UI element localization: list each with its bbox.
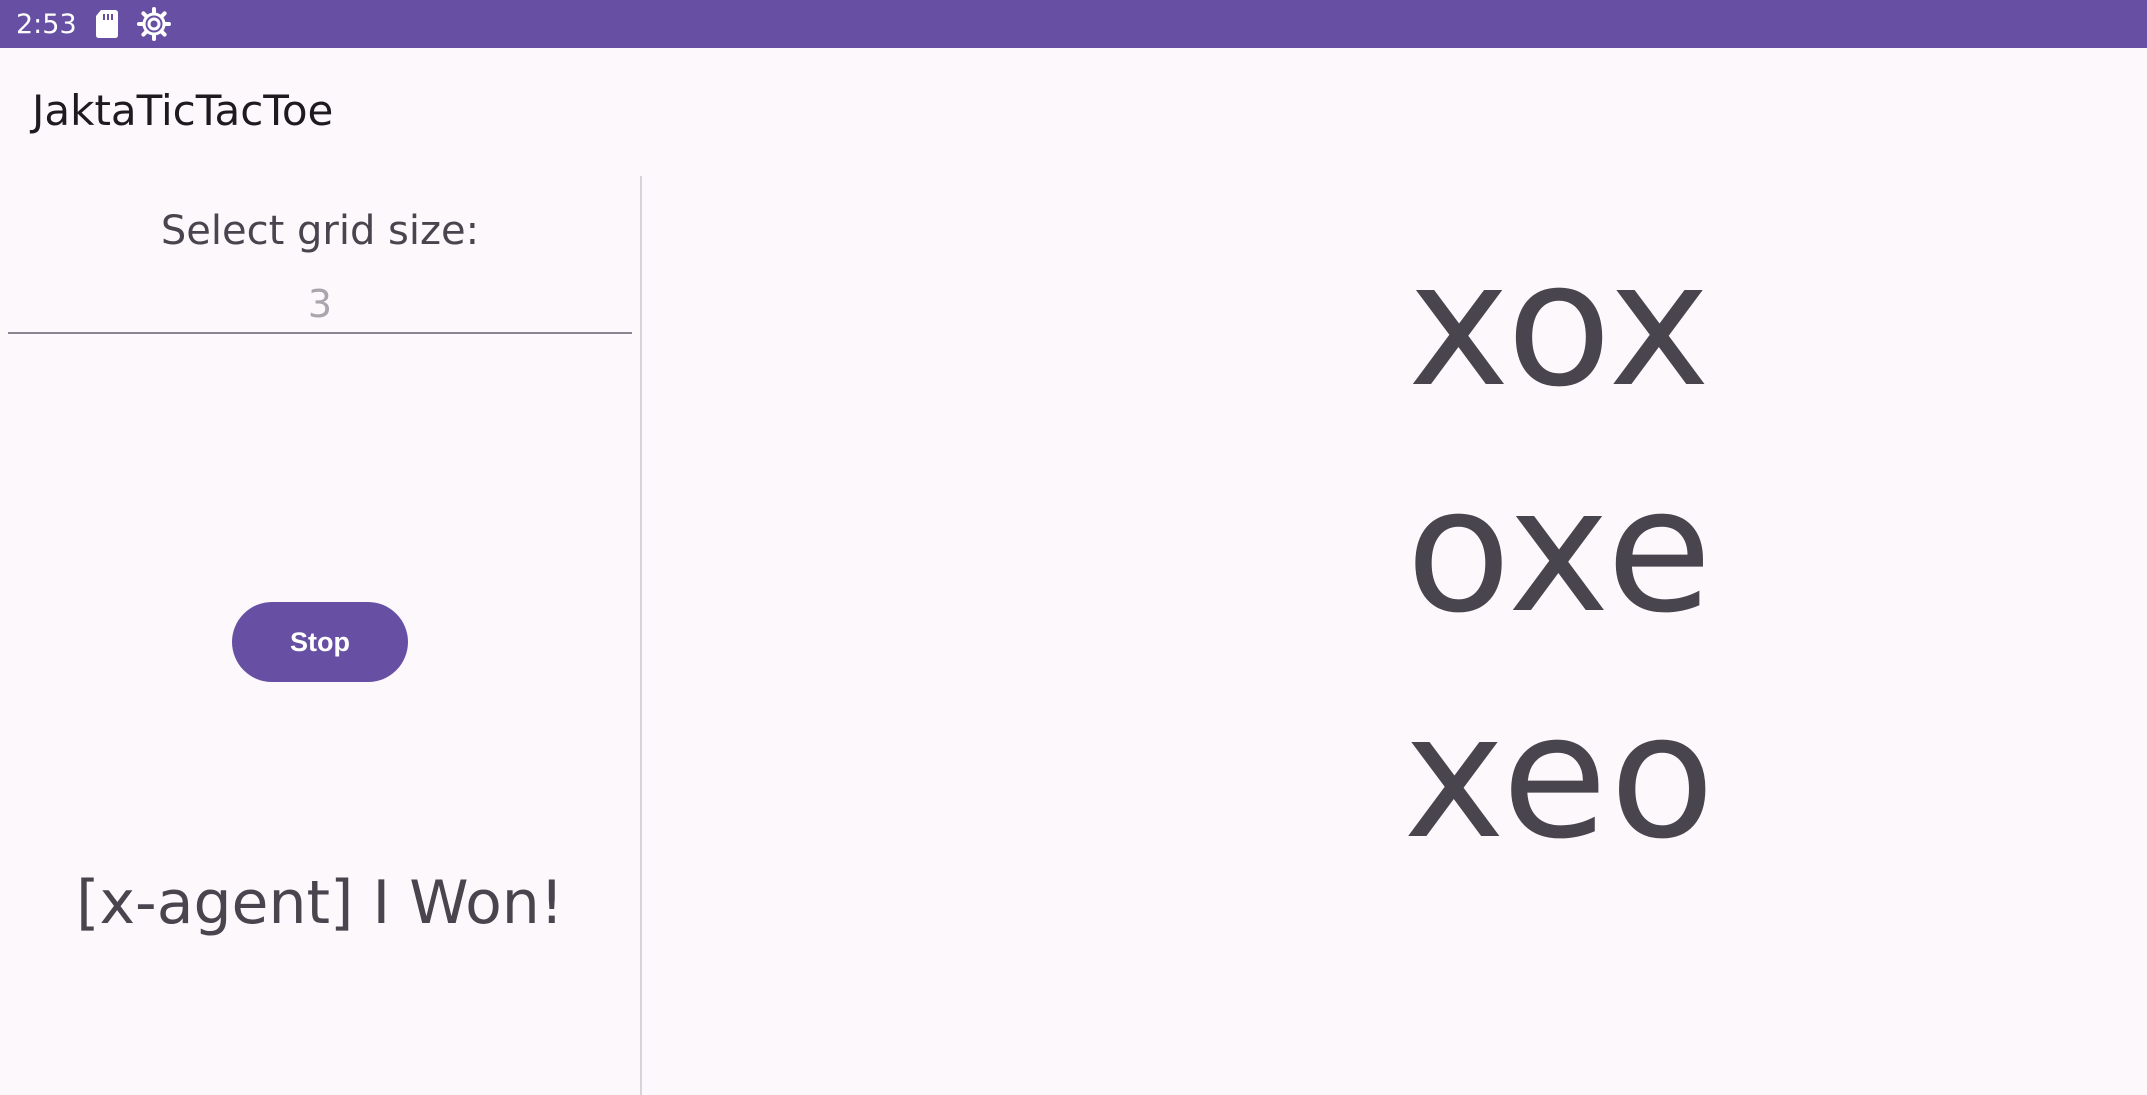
board-row: xeo — [1403, 676, 1717, 877]
panel-divider — [640, 176, 642, 1095]
sd-card-icon — [95, 9, 119, 39]
settings-gear-icon — [136, 7, 171, 41]
grid-size-label: Select grid size: — [160, 208, 480, 254]
status-time: 2:53 — [16, 8, 77, 40]
game-board: xox oxe xeo — [1300, 224, 1820, 918]
game-status-message: [x-agent] I Won! — [76, 868, 564, 938]
board-row: xox — [1407, 224, 1713, 425]
grid-size-input[interactable] — [8, 276, 632, 334]
status-bar: 2:53 — [0, 0, 2147, 48]
control-panel: Select grid size: Stop [x-agent] I Won! — [0, 176, 640, 1095]
board-row: oxe — [1405, 450, 1715, 651]
stop-button[interactable]: Stop — [232, 602, 408, 682]
app-title: JaktaTicTacToe — [32, 86, 334, 135]
